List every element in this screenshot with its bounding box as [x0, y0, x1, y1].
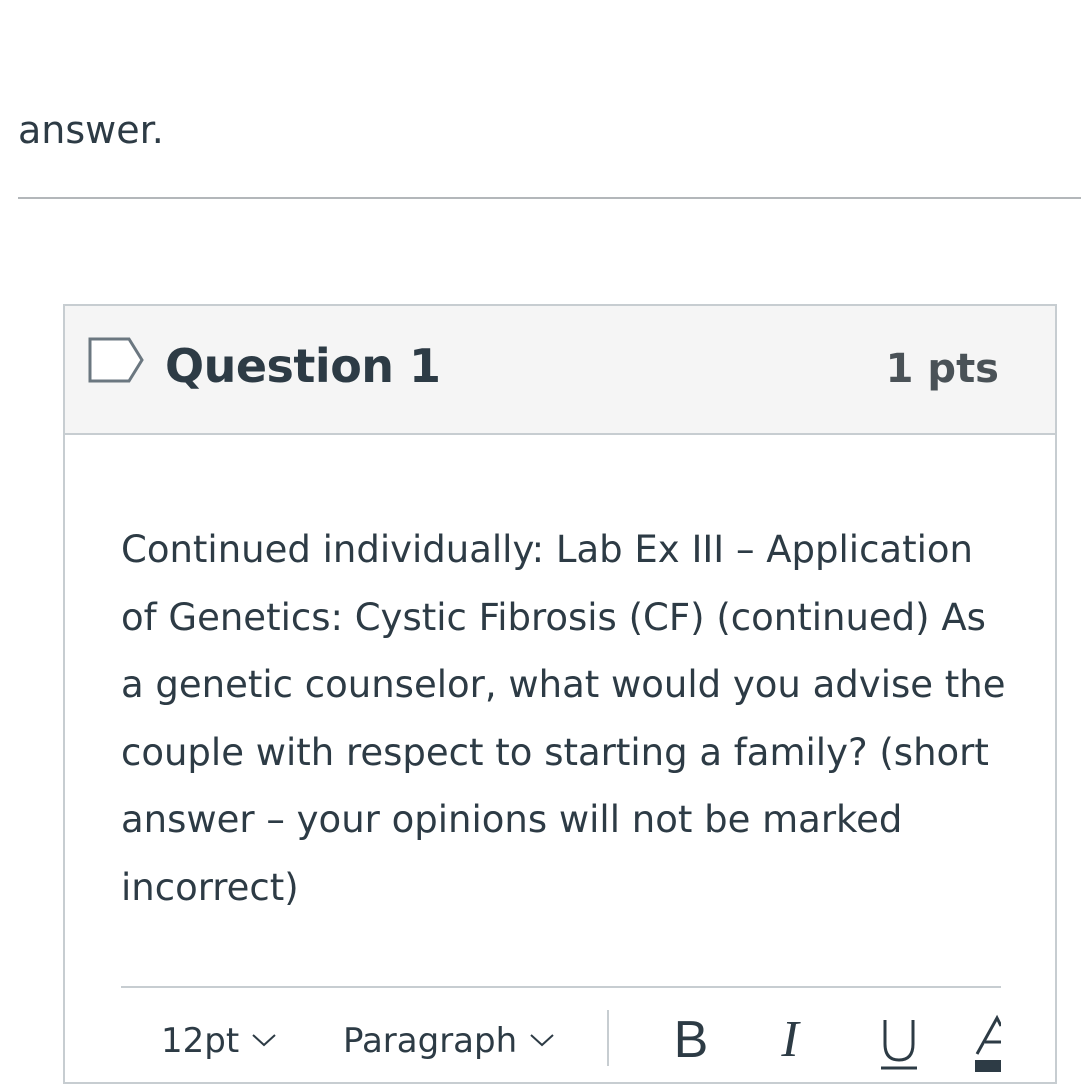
intro-text-tail: answer. — [18, 108, 164, 152]
question-text: Continued individually: Lab Ex III – App… — [121, 528, 1006, 909]
chevron-down-icon — [530, 1033, 554, 1046]
block-format-value: Paragraph — [343, 1021, 518, 1061]
underline-button[interactable] — [879, 1008, 919, 1072]
font-color-icon — [975, 1014, 1001, 1072]
section-divider — [18, 197, 1081, 199]
font-color-button[interactable] — [975, 1008, 1001, 1072]
font-size-value: 12pt — [161, 1021, 240, 1061]
question-card: Question 1 1 pts Continued individually:… — [63, 304, 1057, 1084]
underline-icon — [881, 1020, 917, 1070]
editor-top-border — [121, 986, 1001, 988]
question-points: 1 pts — [885, 346, 999, 392]
flag-question-icon[interactable] — [87, 336, 145, 384]
block-format-dropdown[interactable]: Paragraph — [343, 1018, 555, 1064]
question-title: Question 1 — [165, 339, 441, 393]
bold-button[interactable]: B — [669, 1008, 713, 1072]
toolbar-separator — [607, 1010, 609, 1066]
bold-icon: B — [673, 1011, 709, 1069]
chevron-down-icon — [252, 1033, 276, 1046]
question-header: Question 1 1 pts — [65, 306, 1055, 435]
italic-icon: I — [781, 1011, 799, 1068]
font-size-dropdown[interactable]: 12pt — [161, 1018, 277, 1064]
rich-text-toolbar: 12pt Paragraph B I — [121, 1006, 1001, 1076]
italic-button[interactable]: I — [773, 1008, 807, 1072]
